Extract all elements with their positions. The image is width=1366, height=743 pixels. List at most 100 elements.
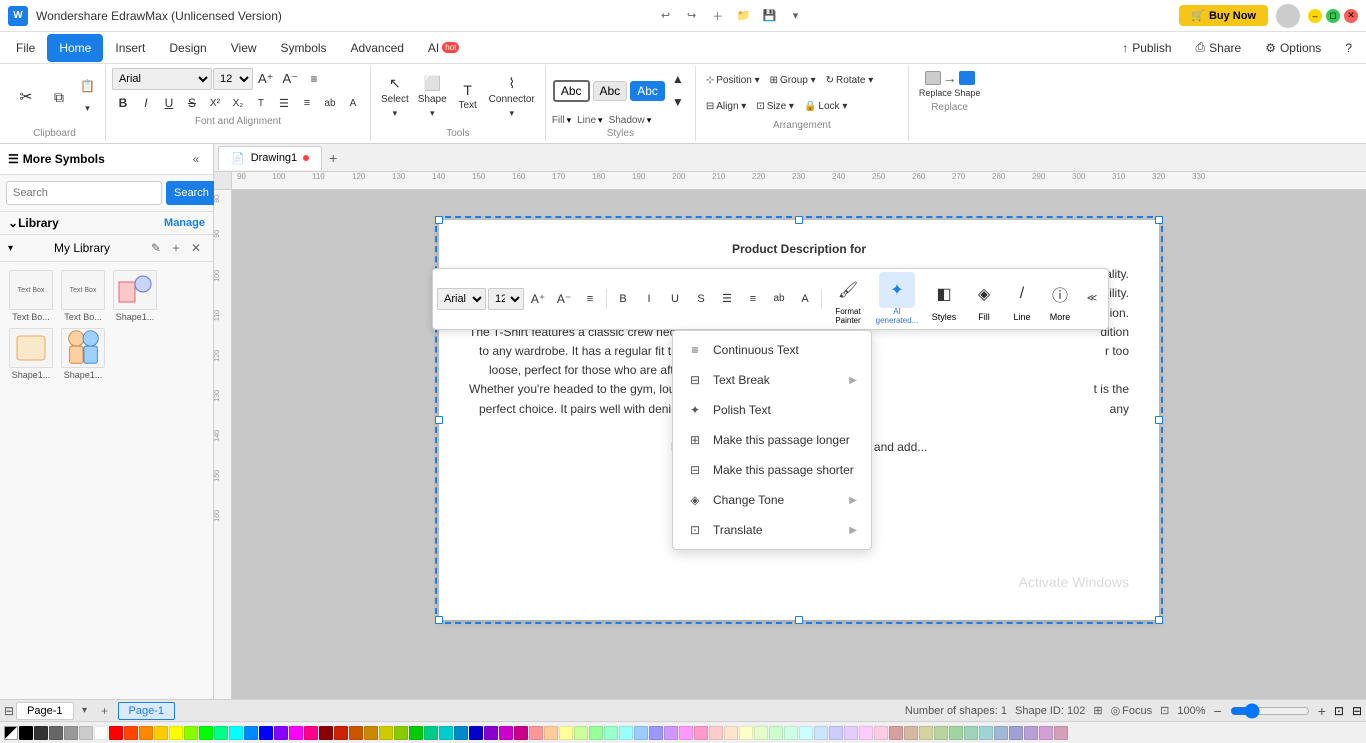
drawing-tab[interactable]: 📄 Drawing1	[218, 146, 322, 170]
style-preview-1[interactable]: Abc	[553, 80, 590, 102]
publish-button[interactable]: ↑ Publish	[1112, 37, 1181, 59]
handle-bl[interactable]	[435, 616, 443, 624]
styles-up-button[interactable]: ▲	[667, 68, 689, 90]
color-swatch[interactable]	[394, 726, 408, 740]
edit-library-button[interactable]: ✎	[147, 239, 165, 257]
bold-button[interactable]: B	[112, 92, 134, 114]
list-item[interactable]: Shape1...	[60, 328, 106, 380]
zoom-out-button[interactable]: −	[1214, 703, 1222, 719]
maximize-button[interactable]: ◻	[1326, 9, 1340, 23]
color-swatch[interactable]	[664, 726, 678, 740]
color-swatch[interactable]	[709, 726, 723, 740]
cm-make-shorter[interactable]: ⊟ Make this passage shorter	[673, 455, 871, 485]
color-swatch[interactable]	[49, 726, 63, 740]
increase-font-button[interactable]: A⁺	[254, 68, 278, 90]
color-swatch[interactable]	[1009, 726, 1023, 740]
cm-translate[interactable]: ⊡ Translate ▶	[673, 515, 871, 545]
color-swatch[interactable]	[349, 726, 363, 740]
list-button[interactable]: ☰	[273, 92, 295, 114]
layers-button[interactable]: ⊞	[1093, 704, 1102, 717]
default-color-swatch[interactable]	[4, 726, 18, 740]
list-item[interactable]: Shape1...	[8, 328, 54, 380]
text-button[interactable]: T Text	[452, 71, 484, 123]
color-swatch[interactable]	[34, 726, 48, 740]
zoom-slider[interactable]	[1230, 704, 1310, 718]
color-swatch[interactable]	[199, 726, 213, 740]
handle-tr[interactable]	[1155, 216, 1163, 224]
shape-button[interactable]: ⬜ Shape ▾	[414, 71, 451, 123]
color-swatch[interactable]	[964, 726, 978, 740]
ft-bullet[interactable]: ≡	[741, 287, 765, 311]
search-button[interactable]: Search	[166, 181, 217, 205]
ft-strike[interactable]: S	[689, 287, 713, 311]
color-swatch[interactable]	[679, 726, 693, 740]
ft-more-button[interactable]: ⓘ	[1042, 276, 1078, 312]
close-library-button[interactable]: ✕	[187, 239, 205, 257]
color-swatch[interactable]	[874, 726, 888, 740]
color-swatch[interactable]	[649, 726, 663, 740]
color-swatch[interactable]	[604, 726, 618, 740]
color-swatch[interactable]	[154, 726, 168, 740]
color-swatch[interactable]	[19, 726, 33, 740]
font-size-select[interactable]: 12	[213, 68, 253, 90]
list-item[interactable]: Shape1...	[112, 270, 158, 322]
color-swatch[interactable]	[844, 726, 858, 740]
canvas-paper[interactable]: Product Description for This stylish Red…	[232, 190, 1366, 699]
color-swatch[interactable]	[469, 726, 483, 740]
text-align-button[interactable]: ≡	[303, 68, 325, 90]
ft-collapse-button[interactable]: ≪	[1080, 287, 1104, 311]
new-button[interactable]: ＋	[706, 5, 730, 27]
style-preview-3[interactable]: Abc	[630, 81, 665, 101]
add-tab-button[interactable]: +	[322, 147, 344, 169]
color-swatch[interactable]	[574, 726, 588, 740]
color-swatch[interactable]	[79, 726, 93, 740]
color-swatch[interactable]	[739, 726, 753, 740]
share-button[interactable]: ⎙ Share	[1186, 36, 1252, 59]
ft-decrease-font[interactable]: A⁻	[552, 287, 576, 311]
ft-underline[interactable]: U	[663, 287, 687, 311]
color-swatch[interactable]	[829, 726, 843, 740]
color-swatch[interactable]	[859, 726, 873, 740]
ai-generated-button[interactable]: ✦	[879, 272, 915, 308]
menu-advanced[interactable]: Advanced	[339, 34, 416, 62]
library-header[interactable]: ⌄ Library Manage	[0, 212, 213, 235]
connector-button[interactable]: ⌇ Connector ▾	[485, 71, 539, 123]
color-swatch[interactable]	[409, 726, 423, 740]
ft-font-select[interactable]: Arial	[437, 288, 486, 310]
color-swatch[interactable]	[1039, 726, 1053, 740]
cm-polish-text[interactable]: ✦ Polish Text	[673, 395, 871, 425]
color-swatch[interactable]	[364, 726, 378, 740]
color-swatch[interactable]	[1054, 726, 1068, 740]
cm-change-tone[interactable]: ◈ Change Tone ▶	[673, 485, 871, 515]
handle-ml[interactable]	[435, 416, 443, 424]
text-style-button[interactable]: T	[250, 92, 272, 114]
minimize-button[interactable]: –	[1308, 9, 1322, 23]
ft-size-select[interactable]: 12	[488, 288, 524, 310]
buy-now-button[interactable]: 🛒 Buy Now	[1179, 5, 1268, 26]
color-swatch[interactable]	[784, 726, 798, 740]
page-layout-button[interactable]: ⊟	[4, 704, 14, 718]
handle-tm[interactable]	[795, 216, 803, 224]
cut-button[interactable]: ✂	[10, 71, 42, 123]
color-swatch[interactable]	[544, 726, 558, 740]
redo-button[interactable]: ↪	[680, 5, 704, 27]
color-swatch[interactable]	[994, 726, 1008, 740]
menu-home[interactable]: Home	[47, 34, 103, 62]
new-page-button[interactable]: +	[96, 702, 114, 720]
menu-view[interactable]: View	[219, 34, 269, 62]
color-swatch[interactable]	[484, 726, 498, 740]
ft-text-color[interactable]: A	[793, 287, 817, 311]
color-swatch[interactable]	[244, 726, 258, 740]
add-page-button[interactable]: ▾	[76, 702, 94, 720]
fit-page-button[interactable]: ⊡	[1334, 704, 1344, 718]
color-swatch[interactable]	[634, 726, 648, 740]
more-nav-button[interactable]: ▾	[784, 5, 808, 27]
strikethrough-button[interactable]: S	[181, 92, 203, 114]
color-swatch[interactable]	[64, 726, 78, 740]
fullscreen-button[interactable]: ⊡	[1160, 704, 1169, 717]
color-swatch[interactable]	[979, 726, 993, 740]
color-swatch[interactable]	[814, 726, 828, 740]
color-swatch[interactable]	[904, 726, 918, 740]
ft-align[interactable]: ≡	[578, 287, 602, 311]
ft-fill-button[interactable]: ◈	[966, 276, 1002, 312]
